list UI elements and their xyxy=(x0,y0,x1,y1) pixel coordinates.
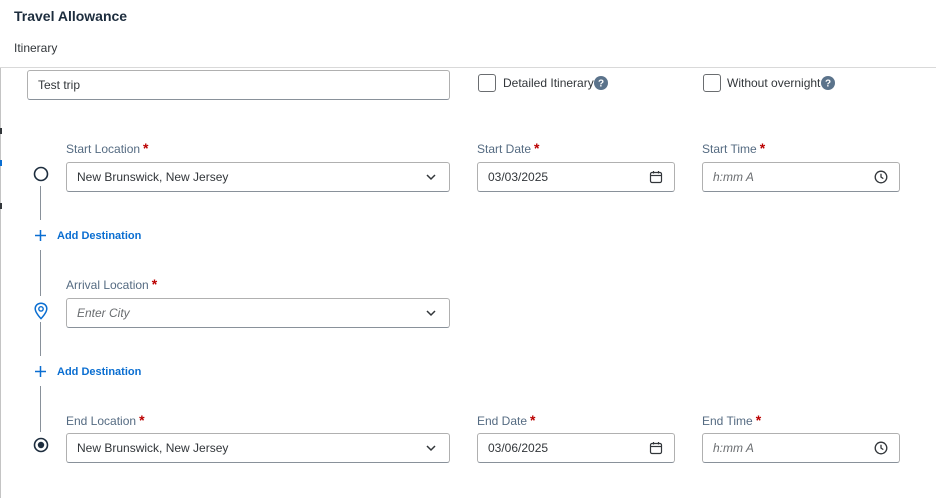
detailed-itinerary-checkbox[interactable] xyxy=(478,74,496,92)
start-time-label: Start Time * xyxy=(702,140,765,156)
trip-name-value: Test trip xyxy=(38,78,81,92)
end-time-label-text: End Time xyxy=(702,414,753,428)
end-date-value: 03/06/2025 xyxy=(488,441,549,455)
start-time-input[interactable]: h:mm A xyxy=(702,162,900,192)
required-marker: * xyxy=(759,140,766,156)
end-date-label: End Date * xyxy=(477,412,536,428)
svg-text:?: ? xyxy=(825,79,831,90)
timeline-connector xyxy=(40,386,41,432)
arrival-location-label: Arrival Location * xyxy=(66,276,157,292)
end-date-input[interactable]: 03/06/2025 xyxy=(477,433,675,463)
help-icon[interactable]: ? xyxy=(594,76,608,90)
arrival-location-select[interactable]: Enter City xyxy=(66,298,450,328)
end-target-icon xyxy=(33,437,49,453)
edge-marker xyxy=(0,128,2,134)
end-location-select[interactable]: New Brunswick, New Jersey xyxy=(66,433,450,463)
add-icon[interactable] xyxy=(34,229,47,242)
end-location-label: End Location * xyxy=(66,412,145,428)
dialog-title: Travel Allowance xyxy=(14,8,128,24)
timeline-connector xyxy=(40,322,41,356)
required-marker: * xyxy=(143,140,149,156)
timeline-connector xyxy=(40,250,41,296)
start-location-value: New Brunswick, New Jersey xyxy=(77,170,229,184)
start-location-select[interactable]: New Brunswick, New Jersey xyxy=(66,162,450,192)
end-location-value: New Brunswick, New Jersey xyxy=(77,441,229,455)
end-location-label-text: End Location xyxy=(66,414,137,428)
edge-marker xyxy=(0,203,2,209)
add-icon[interactable] xyxy=(34,365,47,378)
end-time-placeholder: h:mm A xyxy=(713,441,754,455)
required-marker: * xyxy=(755,412,762,428)
start-date-input[interactable]: 03/03/2025 xyxy=(477,162,675,192)
help-icon[interactable]: ? xyxy=(821,76,835,90)
timeline-connector xyxy=(40,186,41,220)
start-date-label: Start Date * xyxy=(477,140,539,156)
detailed-itinerary-label: Detailed Itinerary xyxy=(503,76,594,90)
end-date-label-text: End Date xyxy=(477,414,528,428)
clock-icon[interactable] xyxy=(873,440,889,456)
add-destination-link[interactable]: Add Destination xyxy=(57,230,141,242)
start-time-placeholder: h:mm A xyxy=(713,170,754,184)
svg-text:?: ? xyxy=(598,79,604,90)
add-destination-link[interactable]: Add Destination xyxy=(57,366,141,378)
edge-marker xyxy=(0,160,2,166)
chevron-down-icon[interactable] xyxy=(423,169,439,185)
dialog-header xyxy=(0,0,936,68)
trip-name-input[interactable]: Test trip xyxy=(27,70,450,100)
chevron-down-icon[interactable] xyxy=(423,305,439,321)
required-marker: * xyxy=(139,412,145,428)
start-time-label-text: Start Time xyxy=(702,142,757,156)
end-time-input[interactable]: h:mm A xyxy=(702,433,900,463)
start-date-value: 03/03/2025 xyxy=(488,170,549,184)
required-marker: * xyxy=(151,276,158,292)
calendar-icon[interactable] xyxy=(648,169,664,185)
required-marker: * xyxy=(534,140,540,156)
start-location-label: Start Location * xyxy=(66,140,149,156)
arrival-location-label-text: Arrival Location xyxy=(66,278,149,292)
calendar-icon[interactable] xyxy=(648,440,664,456)
without-overnight-checkbox[interactable] xyxy=(703,74,721,92)
start-circle-icon xyxy=(33,166,49,182)
clock-icon[interactable] xyxy=(873,169,889,185)
without-overnight-label: Without overnight xyxy=(727,76,821,90)
arrival-location-placeholder: Enter City xyxy=(77,306,130,320)
required-marker: * xyxy=(530,412,536,428)
start-location-label-text: Start Location xyxy=(66,142,141,156)
start-date-label-text: Start Date xyxy=(477,142,532,156)
location-pin-icon xyxy=(34,302,48,320)
chevron-down-icon[interactable] xyxy=(423,440,439,456)
section-title: Itinerary xyxy=(14,41,58,55)
end-time-label: End Time * xyxy=(702,412,761,428)
